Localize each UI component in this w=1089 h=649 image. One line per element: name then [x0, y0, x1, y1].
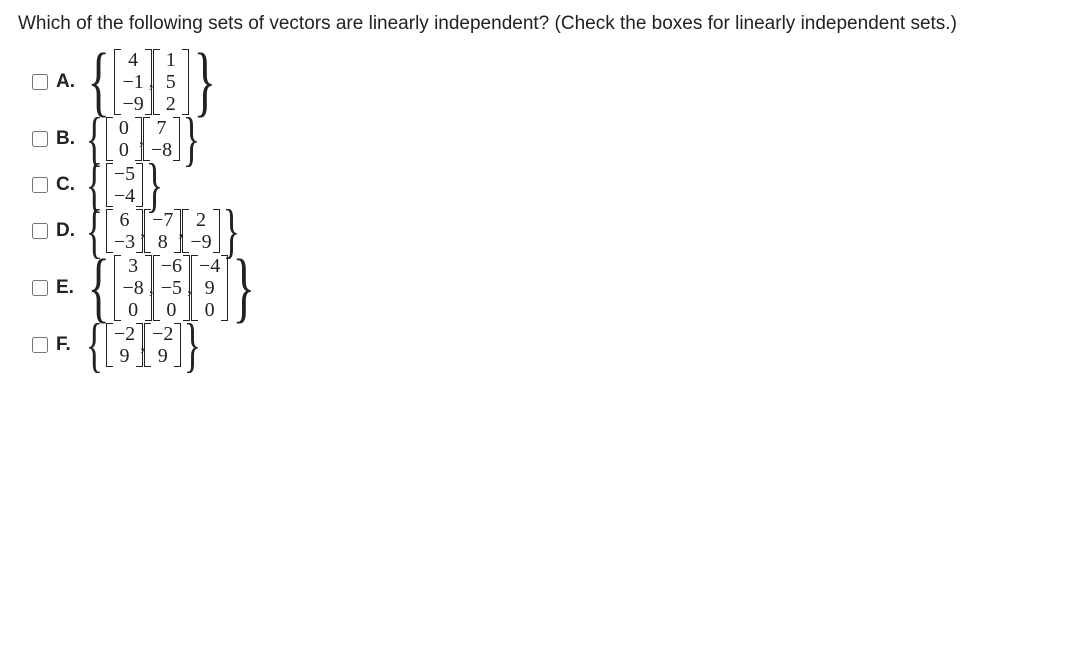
brace-right: }	[233, 260, 255, 315]
vector-entry: 3	[120, 255, 146, 277]
option-letter: E.	[56, 277, 80, 299]
options-container: A.{4−1−9,152}B.{00,7−8}C.{−5−4}D.{6−3,−7…	[28, 47, 1071, 369]
option-checkbox-D[interactable]	[32, 223, 48, 239]
vector-entry: −4	[111, 185, 138, 207]
vector-entry: 7	[148, 117, 174, 139]
option-letter: D.	[56, 220, 80, 242]
option-checkbox-A[interactable]	[32, 74, 48, 90]
vector-set: {3−80,−6−50,−490}	[80, 253, 263, 323]
vector: 00	[109, 117, 139, 161]
vector: 6−3	[109, 209, 140, 253]
vector-entry: 0	[111, 139, 137, 161]
vector-entry: 6	[111, 209, 137, 231]
vector-entry: 4	[120, 49, 146, 71]
option-letter: A.	[56, 71, 80, 93]
option-row: D.{6−3,−78,2−9}	[28, 207, 1071, 255]
brace-left: {	[87, 260, 109, 315]
vector-entry: 2	[188, 209, 214, 231]
vector: −29	[147, 323, 178, 367]
vector-entry: 5	[158, 71, 184, 93]
vector: 4−1−9	[117, 49, 148, 115]
vector-entry: 9	[197, 277, 223, 299]
vector-entry: −9	[187, 231, 214, 253]
vector-entry: −4	[196, 255, 223, 277]
vector: 152	[156, 49, 186, 115]
vector-entry: −2	[111, 323, 138, 345]
vector-entry: 0	[111, 117, 137, 139]
option-letter: B.	[56, 128, 80, 150]
question-text: Which of the following sets of vectors a…	[18, 10, 1071, 39]
option-letter: C.	[56, 174, 80, 196]
vector: −6−50	[156, 255, 187, 321]
vector-entry: 9	[111, 345, 137, 367]
brace-right: }	[193, 54, 215, 109]
vector: −29	[109, 323, 140, 367]
option-checkbox-B[interactable]	[32, 131, 48, 147]
vector-entry: 2	[158, 93, 184, 115]
vector-entry: −9	[119, 93, 146, 115]
vector-set: {−29,−29}	[80, 321, 207, 369]
brace-right: }	[183, 118, 200, 160]
brace-left: {	[87, 54, 109, 109]
brace-left: {	[86, 324, 103, 366]
vector-entry: −2	[149, 323, 176, 345]
vector: 2−9	[185, 209, 216, 253]
brace-right: }	[146, 164, 163, 206]
option-row: F.{−29,−29}	[28, 321, 1071, 369]
vector-entry: −5	[111, 163, 138, 185]
vector: 3−80	[117, 255, 148, 321]
vector-entry: −1	[119, 71, 146, 93]
vector-entry: −7	[149, 209, 176, 231]
vector-entry: −6	[158, 255, 185, 277]
option-row: B.{00,7−8}	[28, 115, 1071, 163]
option-checkbox-C[interactable]	[32, 177, 48, 193]
vector-entry: 0	[158, 299, 184, 321]
option-checkbox-E[interactable]	[32, 280, 48, 296]
vector-entry: −8	[119, 277, 146, 299]
vector-entry: −3	[111, 231, 138, 253]
vector: −78	[147, 209, 178, 253]
vector-entry: 9	[150, 345, 176, 367]
option-checkbox-F[interactable]	[32, 337, 48, 353]
vector-entry: 0	[120, 299, 146, 321]
vector-entry: −5	[158, 277, 185, 299]
vector: −5−4	[109, 163, 140, 207]
option-letter: F.	[56, 334, 80, 356]
vector-entry: 1	[158, 49, 184, 71]
brace-right: }	[184, 324, 201, 366]
vector-entry: 8	[150, 231, 176, 253]
